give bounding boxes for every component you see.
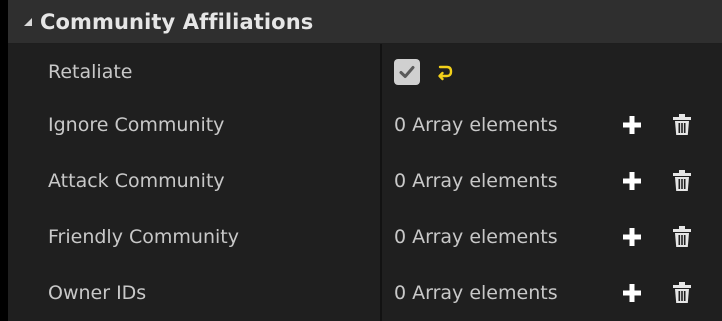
- property-row-attack-community: Attack Community 0 Array elements: [8, 153, 722, 209]
- property-row-ignore-community: Ignore Community 0 Array elements: [8, 97, 722, 153]
- array-count: 0 Array elements: [394, 170, 558, 192]
- plus-icon[interactable]: [621, 170, 643, 192]
- property-label: Attack Community: [48, 170, 225, 192]
- property-label: Retaliate: [48, 61, 133, 83]
- array-count: 0 Array elements: [394, 226, 558, 248]
- trash-icon[interactable]: [671, 169, 693, 193]
- plus-icon[interactable]: [621, 226, 643, 248]
- details-panel: Community Affiliations Retaliate Ignore …: [0, 0, 722, 321]
- collapse-arrow-icon[interactable]: [24, 17, 32, 26]
- property-row-friendly-community: Friendly Community 0 Array elements: [8, 209, 722, 265]
- plus-icon[interactable]: [621, 282, 643, 304]
- property-row-retaliate: Retaliate: [8, 44, 722, 100]
- panel-left-edge: [0, 0, 8, 321]
- retaliate-checkbox[interactable]: [394, 59, 420, 85]
- checkmark-icon: [399, 66, 415, 78]
- property-row-owner-ids: Owner IDs 0 Array elements: [8, 265, 722, 321]
- category-header[interactable]: Community Affiliations: [8, 0, 722, 44]
- array-count: 0 Array elements: [394, 114, 558, 136]
- trash-icon[interactable]: [671, 281, 693, 305]
- category-title: Community Affiliations: [40, 9, 314, 34]
- plus-icon[interactable]: [621, 114, 643, 136]
- trash-icon[interactable]: [671, 113, 693, 137]
- reset-to-default-icon[interactable]: [436, 63, 454, 81]
- property-label: Ignore Community: [48, 114, 225, 136]
- trash-icon[interactable]: [671, 225, 693, 249]
- property-label: Friendly Community: [48, 226, 239, 248]
- array-count: 0 Array elements: [394, 282, 558, 304]
- property-label: Owner IDs: [48, 282, 147, 304]
